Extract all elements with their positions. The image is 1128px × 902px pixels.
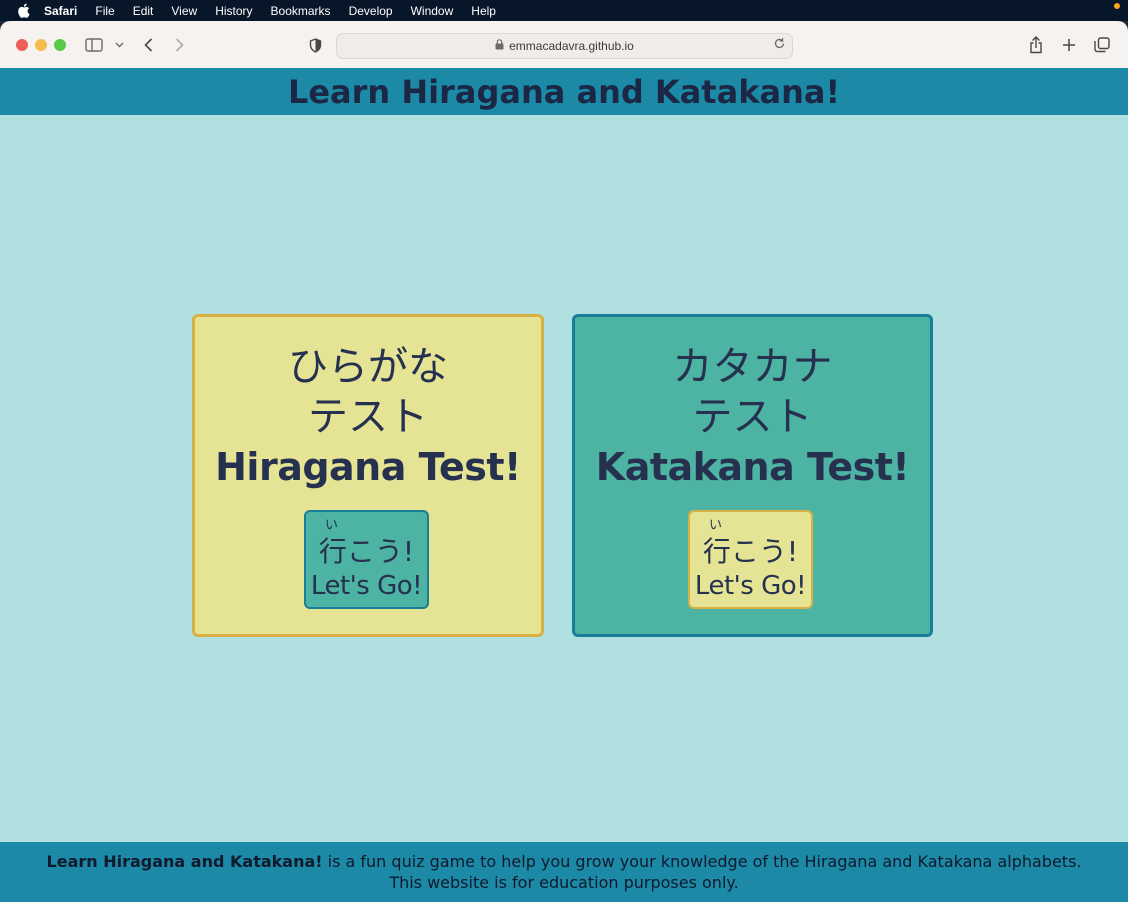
menu-safari[interactable]: Safari [44,4,77,18]
menu-help[interactable]: Help [471,4,496,18]
footer-description: is a fun quiz game to help you grow your… [322,852,1082,871]
menu-window[interactable]: Window [411,4,454,18]
menu-view[interactable]: View [171,4,197,18]
button-furigana: い [709,518,723,533]
recording-indicator [1114,3,1120,9]
menu-history[interactable]: History [215,4,252,18]
footer-line-1: Learn Hiragana and Katakana! is a fun qu… [0,851,1128,872]
address-bar[interactable]: emmacadavra.github.io [336,33,793,59]
menu-develop[interactable]: Develop [349,4,393,18]
lock-icon [495,39,504,53]
forward-icon[interactable] [171,34,187,56]
back-icon[interactable] [140,34,156,56]
button-jp-label: 行こう! [318,535,415,568]
card-jp-title: ひらがな [288,344,448,390]
card-jp-subtitle: テスト [692,394,813,440]
menu-bookmarks[interactable]: Bookmarks [271,4,331,18]
card-jp-subtitle: テスト [308,394,428,440]
card-en-title: Hiragana Test! [215,445,521,489]
tabs-overview-icon[interactable] [1093,34,1111,56]
hiragana-test-card: ひらがな テスト Hiragana Test! い 行こう! Let's Go! [192,314,544,637]
site-footer: Learn Hiragana and Katakana! is a fun qu… [0,842,1128,902]
browser-toolbar: emmacadavra.github.io [0,21,1128,69]
button-furigana: い [325,518,339,533]
button-en-label: Let's Go! [694,571,807,601]
chevron-down-icon[interactable] [113,34,125,56]
zoom-window-button[interactable] [54,39,66,51]
url-text: emmacadavra.github.io [509,39,634,53]
new-tab-icon[interactable] [1060,34,1078,56]
card-en-title: Katakana Test! [595,445,910,489]
reload-icon[interactable] [773,37,786,53]
site-title: Learn Hiragana and Katakana! [287,72,841,111]
share-icon[interactable] [1027,34,1045,56]
katakana-test-card: カタカナ テスト Katakana Test! い 行こう! Let's Go! [572,314,933,637]
sidebar-icon[interactable] [84,34,104,56]
window-controls [16,39,66,51]
apple-icon[interactable] [14,2,32,20]
site-header: Learn Hiragana and Katakana! [0,68,1128,115]
footer-site-name: Learn Hiragana and Katakana! [46,852,323,871]
katakana-lets-go-button[interactable]: い 行こう! Let's Go! [688,510,813,609]
button-jp-label: 行こう! [702,535,799,568]
web-page: Learn Hiragana and Katakana! ひらがな テスト Hi… [0,68,1128,902]
hiragana-lets-go-button[interactable]: い 行こう! Let's Go! [304,510,429,609]
card-jp-title: カタカナ [672,344,833,390]
minimize-window-button[interactable] [35,39,47,51]
button-en-label: Let's Go! [310,571,423,601]
menu-file[interactable]: File [95,4,114,18]
menu-edit[interactable]: Edit [133,4,154,18]
shield-icon[interactable] [306,34,324,56]
menu-bar: Safari File Edit View History Bookmarks … [0,0,1128,21]
footer-disclaimer: This website is for education purposes o… [389,873,739,892]
close-window-button[interactable] [16,39,28,51]
